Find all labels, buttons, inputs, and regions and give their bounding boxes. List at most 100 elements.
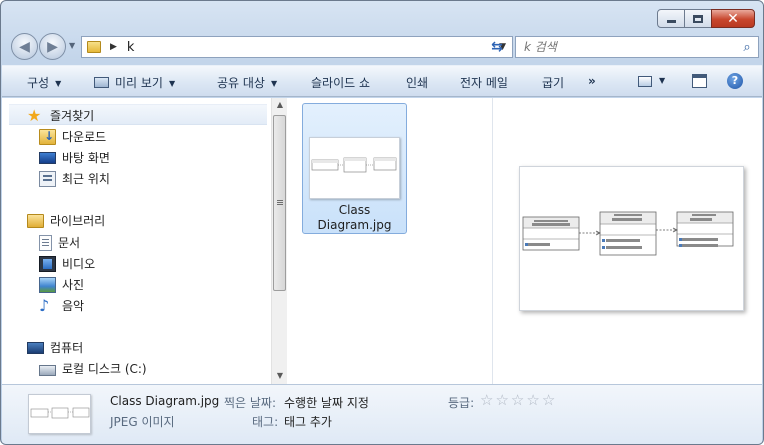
change-view-icon[interactable] <box>638 76 652 87</box>
star-icon: ★ <box>27 105 42 125</box>
file-item-class-diagram[interactable]: Class Diagram.jpg <box>302 103 407 234</box>
minimize-button[interactable] <box>657 9 685 28</box>
date-taken-label: 찍은 날짜: <box>224 396 277 410</box>
preview-menu[interactable]: 미리 보기 ▼ <box>94 74 175 91</box>
slideshow-button[interactable]: 슬라이드 쇼 <box>311 74 370 91</box>
sidebar-group-libraries[interactable]: 라이브러리 <box>27 210 105 231</box>
sidebar-item-label: 최근 위치 <box>62 172 110 186</box>
back-arrow-icon: ◀ <box>19 38 30 55</box>
sidebar-item-documents[interactable]: 문서 <box>39 232 80 253</box>
desktop-icon <box>39 152 56 164</box>
view-options-dropdown[interactable]: ▼ <box>659 76 665 85</box>
sidebar-item-label: 음악 <box>62 299 85 313</box>
forward-button[interactable]: ▶ <box>39 33 66 60</box>
star-outline-icon[interactable]: ☆ <box>480 393 493 408</box>
refresh-button[interactable]: ⇆ <box>484 36 510 58</box>
pictures-icon <box>39 276 56 293</box>
file-list: Class Diagram.jpg <box>288 98 492 384</box>
class-diagram-preview <box>522 211 734 256</box>
sidebar-item-label: 로컬 디스크 (C:) <box>62 362 147 376</box>
breadcrumb-arrow-icon[interactable]: ▶ <box>110 42 117 52</box>
breadcrumb-segment[interactable]: k <box>127 40 135 55</box>
share-label: 공유 대상 <box>217 76 265 90</box>
chevron-down-icon: ▼ <box>168 79 176 88</box>
date-taken-value[interactable]: 수행한 날짜 지정 <box>284 394 369 411</box>
sidebar-item-downloads[interactable]: 다운로드 <box>39 126 106 147</box>
maximize-icon <box>693 14 703 23</box>
preview-icon <box>94 77 109 88</box>
star-outline-icon[interactable]: ☆ <box>526 393 539 408</box>
close-button[interactable]: ✕ <box>711 9 755 28</box>
search-input[interactable] <box>516 39 736 55</box>
library-icon <box>27 214 44 228</box>
sidebar-group-computer[interactable]: 컴퓨터 <box>27 337 83 358</box>
folder-icon <box>87 41 101 53</box>
file-thumbnail <box>309 137 400 199</box>
chevron-down-icon: ▼ <box>55 79 62 88</box>
recent-places-icon <box>39 170 56 187</box>
grip-icon <box>277 200 283 201</box>
sidebar-item-label: 비디오 <box>62 257 96 271</box>
back-button[interactable]: ◀ <box>11 33 38 60</box>
star-outline-icon[interactable]: ☆ <box>542 393 555 408</box>
sidebar-group-label: 즐겨찾기 <box>50 109 95 123</box>
navigation-scrollbar[interactable]: ▲ ▼ <box>271 98 287 384</box>
local-disk-icon <box>39 364 56 376</box>
rating-stars[interactable]: ☆ ☆ ☆ ☆ ☆ <box>480 393 557 408</box>
preview-pane <box>492 98 762 384</box>
videos-icon <box>39 255 56 272</box>
organize-menu[interactable]: 구성 ▼ <box>27 74 61 91</box>
documents-icon <box>39 234 52 251</box>
details-filetype: JPEG 이미지 <box>110 415 175 429</box>
sidebar-item-label: 다운로드 <box>62 130 107 144</box>
rating-label: 등급: <box>448 396 475 410</box>
class-diagram-thumbnail-small <box>30 407 90 419</box>
maximize-button[interactable] <box>684 9 712 28</box>
star-outline-icon[interactable]: ☆ <box>495 393 508 408</box>
address-bar[interactable]: ▶ k ▼ <box>81 36 513 58</box>
caption-buttons: ✕ <box>657 9 755 28</box>
tags-value[interactable]: 태그 추가 <box>284 413 332 430</box>
file-name: Class Diagram.jpg <box>303 203 406 233</box>
sidebar-item-music[interactable]: ♪ 음악 <box>39 295 84 316</box>
computer-icon <box>27 341 44 354</box>
file-name-line1: Class <box>338 203 371 217</box>
scrollbar-thumb[interactable] <box>273 115 286 291</box>
minimize-icon <box>666 20 676 23</box>
star-outline-icon[interactable]: ☆ <box>511 393 524 408</box>
more-commands-button[interactable]: » <box>588 74 596 88</box>
music-icon: ♪ <box>39 295 50 315</box>
refresh-icon: ⇆ <box>491 39 503 55</box>
class-diagram-thumbnail <box>311 157 397 173</box>
details-pane: Class Diagram.jpg JPEG 이미지 찍은 날짜: 수행한 날짜… <box>2 384 762 444</box>
sidebar-item-recent-places[interactable]: 최근 위치 <box>39 168 110 189</box>
sidebar-item-desktop[interactable]: 바탕 화면 <box>39 147 110 168</box>
search-icon[interactable]: ⌕ <box>736 40 758 55</box>
explorer-window: ✕ ◀ ▶ ▼ ▶ k ▼ ⇆ ⌕ 구성 ▼ 미리 보기 ▼ 공유 대상 ▼ 슬라이드… <box>0 0 764 445</box>
sidebar-group-label: 라이브러리 <box>50 214 106 228</box>
preview-label: 미리 보기 <box>115 76 163 90</box>
burn-button[interactable]: 굽기 <box>542 74 564 91</box>
tags-label: 태그: <box>252 415 279 429</box>
search-box[interactable]: ⌕ <box>515 36 759 58</box>
sidebar-item-pictures[interactable]: 사진 <box>39 274 84 295</box>
sidebar-item-label: 사진 <box>62 278 85 292</box>
sidebar-group-favorites[interactable]: ★ 즐겨찾기 <box>27 105 94 126</box>
help-icon[interactable]: ? <box>727 73 743 89</box>
sidebar-item-local-disk[interactable]: 로컬 디스크 (C:) <box>39 358 147 379</box>
share-menu[interactable]: 공유 대상 ▼ <box>217 74 277 91</box>
scroll-down-icon[interactable]: ▼ <box>272 371 288 380</box>
sidebar-item-label: 문서 <box>58 236 81 250</box>
sidebar-item-videos[interactable]: 비디오 <box>39 253 95 274</box>
email-button[interactable]: 전자 메일 <box>460 74 508 91</box>
content-area: ★ 즐겨찾기 다운로드 바탕 화면 최근 위치 라이브러리 문서 <box>2 98 762 384</box>
recent-pages-dropdown[interactable]: ▼ <box>69 41 75 50</box>
details-filename: Class Diagram.jpg <box>110 394 220 408</box>
preview-image <box>519 166 744 311</box>
scroll-up-icon[interactable]: ▲ <box>272 100 288 109</box>
print-button[interactable]: 인쇄 <box>406 74 428 91</box>
organize-label: 구성 <box>27 76 50 90</box>
forward-arrow-icon: ▶ <box>47 38 58 55</box>
details-thumbnail <box>28 394 91 434</box>
preview-pane-toggle-icon[interactable] <box>692 74 707 88</box>
